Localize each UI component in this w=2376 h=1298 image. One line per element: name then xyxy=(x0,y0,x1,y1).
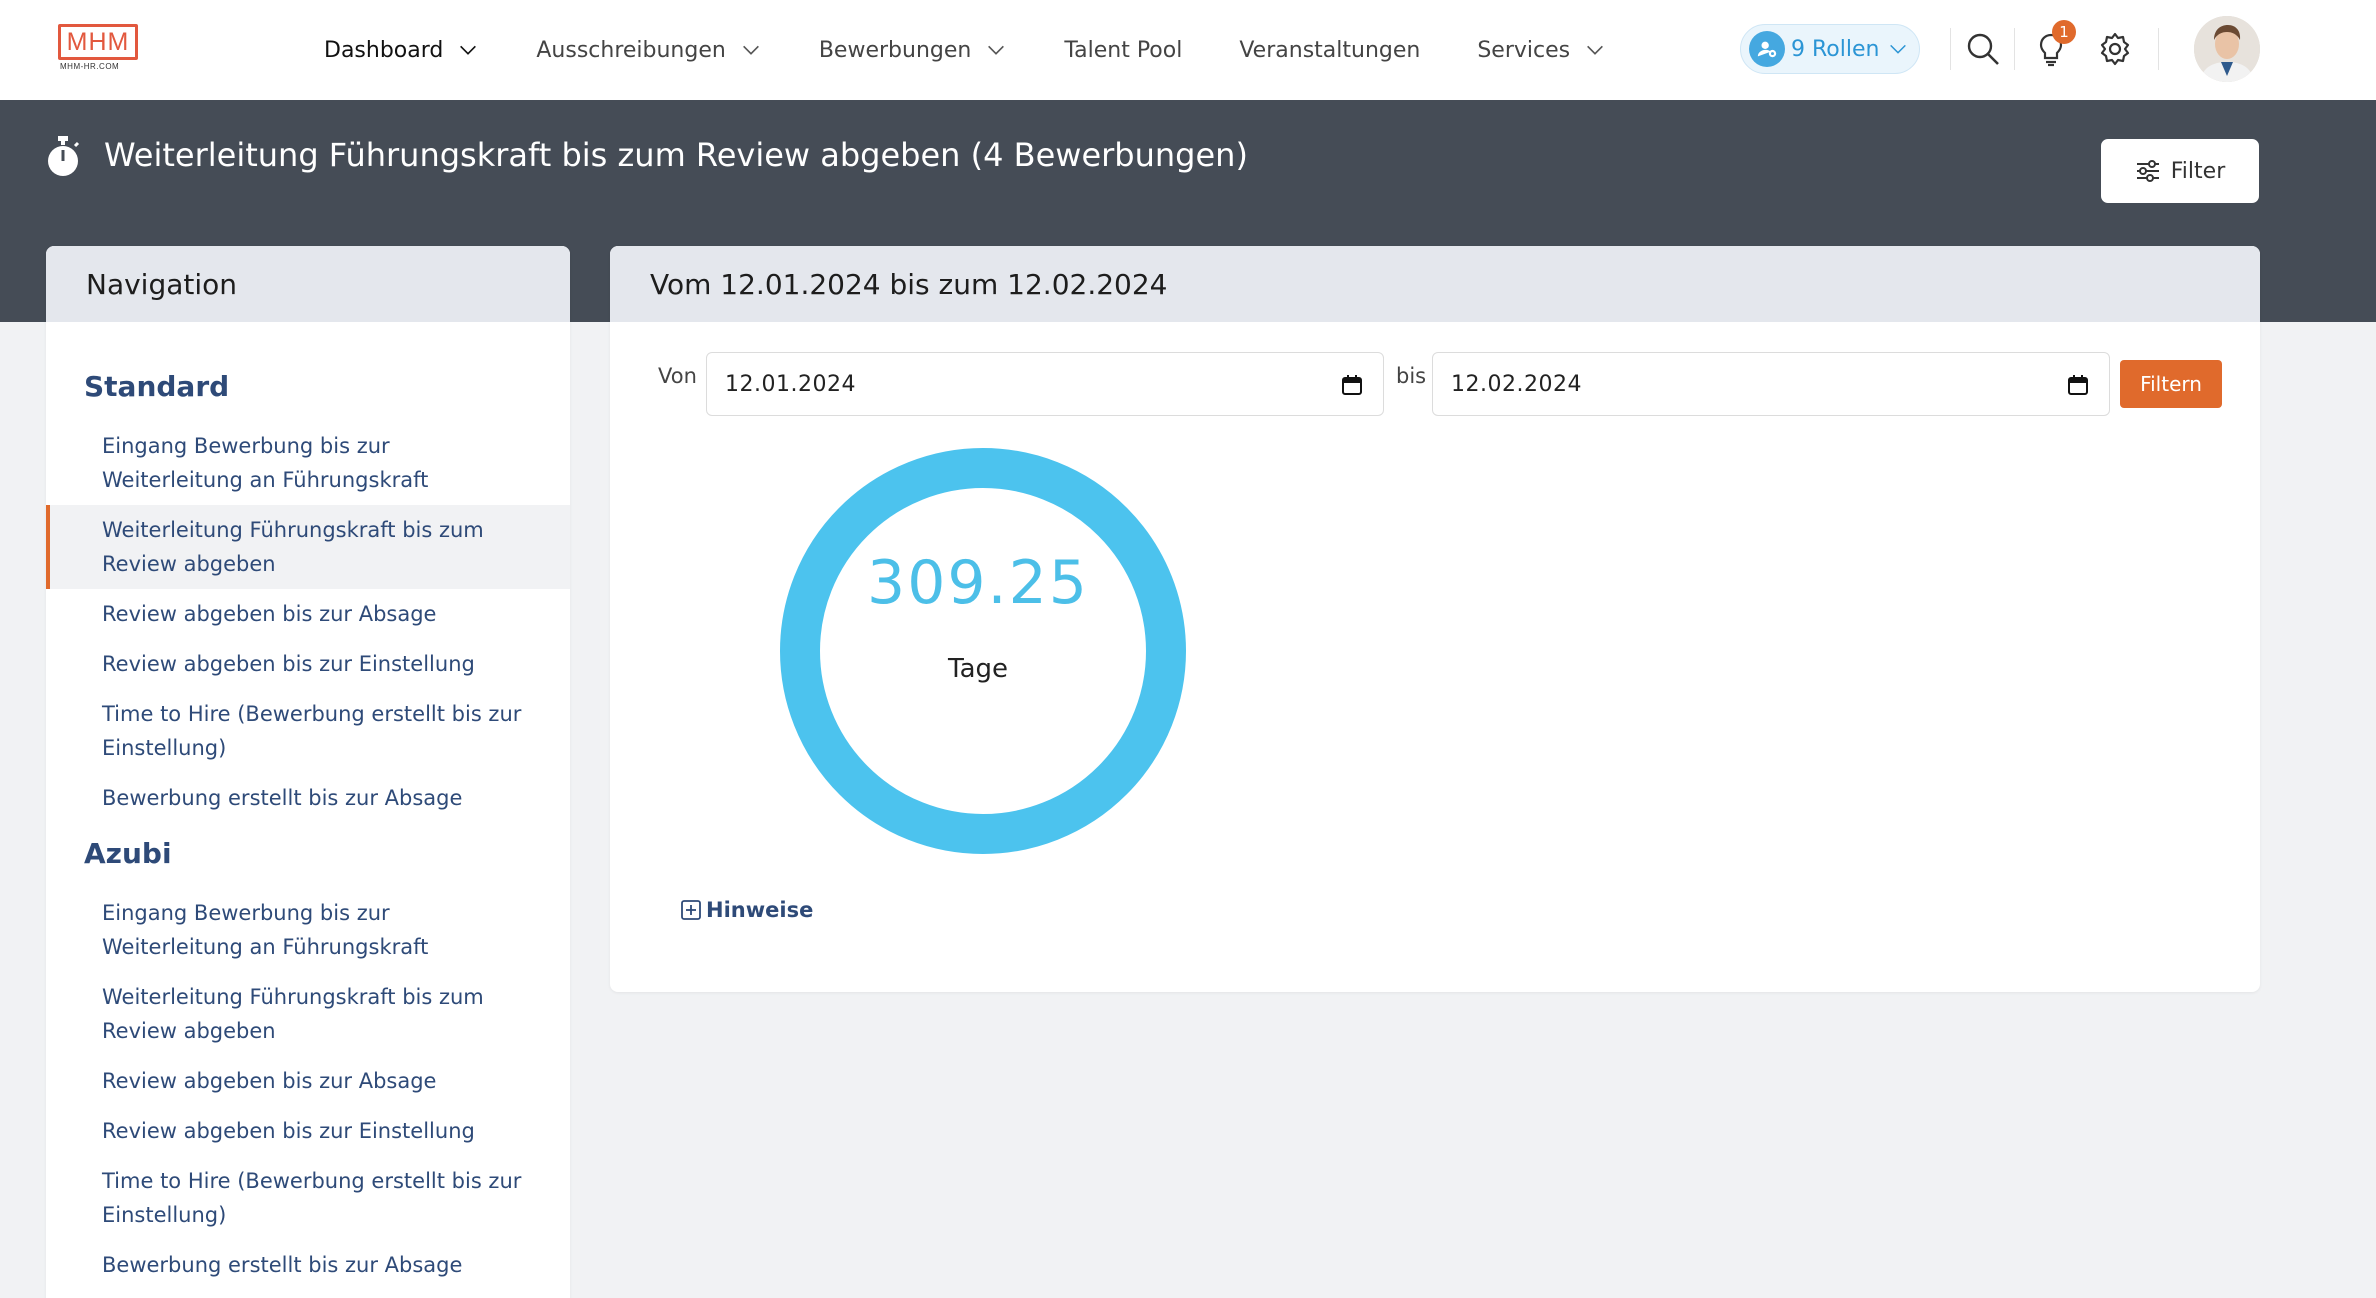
sidebar-nav-link-text: Review abgeben bis zur Einstellung xyxy=(102,1119,475,1143)
roles-label: 9 Rollen xyxy=(1791,36,1880,62)
sidebar-nav-link[interactable]: Review abgeben bis zur Absage xyxy=(46,589,570,639)
divider xyxy=(1950,28,1951,70)
sidebar-nav-link-text: Review abgeben xyxy=(102,552,276,576)
sidebar-nav-link[interactable]: Bewerbung erstellt bis zur Absage xyxy=(46,773,570,823)
sidebar-nav-link-text: Bewerbung erstellt bis zur Absage xyxy=(102,786,463,810)
sidebar-nav-link-text: Eingang Bewerbung bis zur xyxy=(102,901,390,925)
nav-item-veranstaltungen[interactable]: Veranstaltungen xyxy=(1239,38,1420,63)
from-date-input[interactable]: 12.01.2024 xyxy=(706,352,1384,416)
to-date-input[interactable]: 12.02.2024 xyxy=(1432,352,2110,416)
nav-section-title: Standard xyxy=(84,370,230,403)
sidebar-nav-link-text: Review abgeben bis zur Einstellung xyxy=(102,652,475,676)
navigation-title: Navigation xyxy=(46,246,570,322)
navigation-list: Standard Eingang Bewerbung bis zur Weiterl… xyxy=(46,322,570,1290)
stopwatch-icon xyxy=(48,136,80,176)
logo-domain: MHM-HR.COM xyxy=(60,62,120,71)
nav-item-dashboard[interactable]: Dashboard xyxy=(324,38,479,63)
nav-item-label: Services xyxy=(1477,37,1571,63)
nav-item-label: Veranstaltungen xyxy=(1239,37,1421,63)
to-date-value: 12.02.2024 xyxy=(1451,371,1582,397)
sidebar-nav-link[interactable]: Time to Hire (Bewerbung erstellt bis zur… xyxy=(46,1156,570,1240)
notification-badge: 1 xyxy=(2052,20,2076,44)
sidebar-nav-link-text: Weiterleitung Führungskraft bis zum xyxy=(102,518,484,542)
sidebar-nav-link[interactable]: Review abgeben bis zur Absage xyxy=(46,1056,570,1106)
sidebar-nav-link-text: Time to Hire (Bewerbung erstellt bis zur xyxy=(102,702,522,726)
report-panel: Vom 12.01.2024 bis zum 12.02.2024 Von 12… xyxy=(610,246,2260,992)
sidebar-nav-link-text: Weiterleitung an Führungskraft xyxy=(102,468,429,492)
sidebar-nav-link-text: Weiterleitung Führungskraft bis zum xyxy=(102,985,484,1009)
sidebar-nav-link[interactable]: Eingang Bewerbung bis zur Weiterleitung a… xyxy=(46,888,570,972)
hints-label: Hinweise xyxy=(706,898,814,922)
user-roles-icon xyxy=(1749,31,1785,67)
divider xyxy=(2158,28,2159,70)
roles-dropdown[interactable]: 9 Rollen xyxy=(1740,24,1920,74)
hints-toggle[interactable]: Hinweise xyxy=(680,898,813,922)
nav-section-title: Azubi xyxy=(84,837,172,870)
chevron-down-icon xyxy=(742,45,759,55)
to-label: bis xyxy=(1396,364,1427,388)
calendar-icon[interactable] xyxy=(1341,374,1363,396)
nav-item-talent-pool[interactable]: Talent Pool xyxy=(1064,38,1182,63)
sidebar-nav-link[interactable]: Weiterleitung Führungskraft bis zum Revie… xyxy=(46,972,570,1056)
main-menu: Dashboard Ausschreibungen Bewerbungen Talen… xyxy=(324,0,1663,100)
chevron-down-icon xyxy=(1890,44,1907,54)
sidebar-nav-link-text: Time to Hire (Bewerbung erstellt bis zur xyxy=(102,1169,522,1193)
sidebar-nav-link-text: Review abgeben xyxy=(102,1019,276,1043)
sidebar-nav-link-text: Einstellung) xyxy=(102,736,227,760)
metric-unit: Tage xyxy=(947,654,1008,684)
sidebar-nav-link-text: Review abgeben bis zur Absage xyxy=(102,1069,437,1093)
logo-mark: MHM xyxy=(58,24,138,60)
from-label: Von xyxy=(658,364,697,388)
chevron-down-icon xyxy=(460,45,477,55)
brand-logo[interactable]: MHM MHM-HR.COM xyxy=(58,24,138,72)
gear-icon[interactable] xyxy=(2096,30,2134,68)
sidebar-nav-link[interactable]: Time to Hire (Bewerbung erstellt bis zur… xyxy=(46,689,570,773)
from-date-value: 12.01.2024 xyxy=(725,371,856,397)
chevron-down-icon xyxy=(1587,45,1604,55)
nav-item-label: Dashboard xyxy=(324,37,444,63)
sidebar-nav-link[interactable]: Review abgeben bis zur Einstellung xyxy=(46,639,570,689)
apply-filter-button[interactable]: Filtern xyxy=(2120,360,2222,408)
sidebar-nav-link[interactable]: Weiterleitung Führungskraft bis zum Revie… xyxy=(46,505,570,589)
sliders-icon xyxy=(2136,160,2159,182)
nav-item-label: Talent Pool xyxy=(1064,37,1183,63)
divider xyxy=(2014,28,2015,70)
donut-ring xyxy=(780,448,1186,854)
metric-value: 309.25 xyxy=(867,548,1089,618)
user-avatar[interactable] xyxy=(2194,16,2260,82)
plus-square-icon xyxy=(681,900,701,920)
sidebar-nav-link-text: Einstellung) xyxy=(102,1203,227,1227)
navigation-panel: Navigation Standard Eingang Bewerbung bis… xyxy=(46,246,570,1298)
search-icon[interactable] xyxy=(1964,30,2002,68)
filter-button[interactable]: Filter xyxy=(2100,138,2260,204)
nav-item-bewerbungen[interactable]: Bewerbungen xyxy=(819,38,1008,63)
metric-donut: 309.25 Tage xyxy=(778,446,1188,856)
sidebar-nav-link-text: Weiterleitung an Führungskraft xyxy=(102,935,429,959)
sidebar-nav-link[interactable]: Bewerbung erstellt bis zur Absage xyxy=(46,1240,570,1290)
top-navbar: MHM MHM-HR.COM Dashboard Ausschreibungen B… xyxy=(0,0,2376,100)
calendar-icon[interactable] xyxy=(2067,374,2089,396)
sidebar-nav-link-text: Eingang Bewerbung bis zur xyxy=(102,434,390,458)
nav-item-label: Ausschreibungen xyxy=(536,37,726,63)
page-title: Weiterleitung Führungskraft bis zum Revi… xyxy=(104,136,1248,174)
sidebar-nav-link-text: Review abgeben bis zur Absage xyxy=(102,602,437,626)
chevron-down-icon xyxy=(988,45,1005,55)
report-date-range-title: Vom 12.01.2024 bis zum 12.02.2024 xyxy=(610,246,2260,322)
sidebar-nav-link[interactable]: Review abgeben bis zur Einstellung xyxy=(46,1106,570,1156)
nav-item-services[interactable]: Services xyxy=(1477,38,1606,63)
sidebar-nav-link[interactable]: Eingang Bewerbung bis zur Weiterleitung a… xyxy=(46,421,570,505)
nav-item-ausschreibungen[interactable]: Ausschreibungen xyxy=(536,38,761,63)
filter-button-label: Filter xyxy=(2170,158,2226,184)
sidebar-nav-link-text: Bewerbung erstellt bis zur Absage xyxy=(102,1253,463,1277)
nav-item-label: Bewerbungen xyxy=(818,37,972,63)
